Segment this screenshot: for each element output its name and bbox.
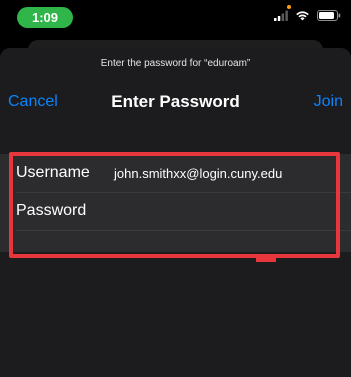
wifi-icon — [295, 8, 310, 26]
highlight-marker — [256, 258, 276, 262]
status-icons — [274, 8, 341, 26]
status-time: 1:09 — [17, 7, 73, 28]
status-bar: 1:09 — [0, 0, 351, 30]
join-button[interactable]: Join — [314, 93, 343, 111]
signal-icon — [274, 8, 288, 26]
phone-screen: 1:09 Enter the password for “eduroam” Ca… — [0, 0, 351, 377]
sheet-title: Enter Password — [111, 92, 240, 111]
highlight-box — [9, 152, 340, 258]
network-prompt: Enter the password for “eduroam” — [100, 58, 251, 69]
battery-icon — [317, 8, 341, 26]
